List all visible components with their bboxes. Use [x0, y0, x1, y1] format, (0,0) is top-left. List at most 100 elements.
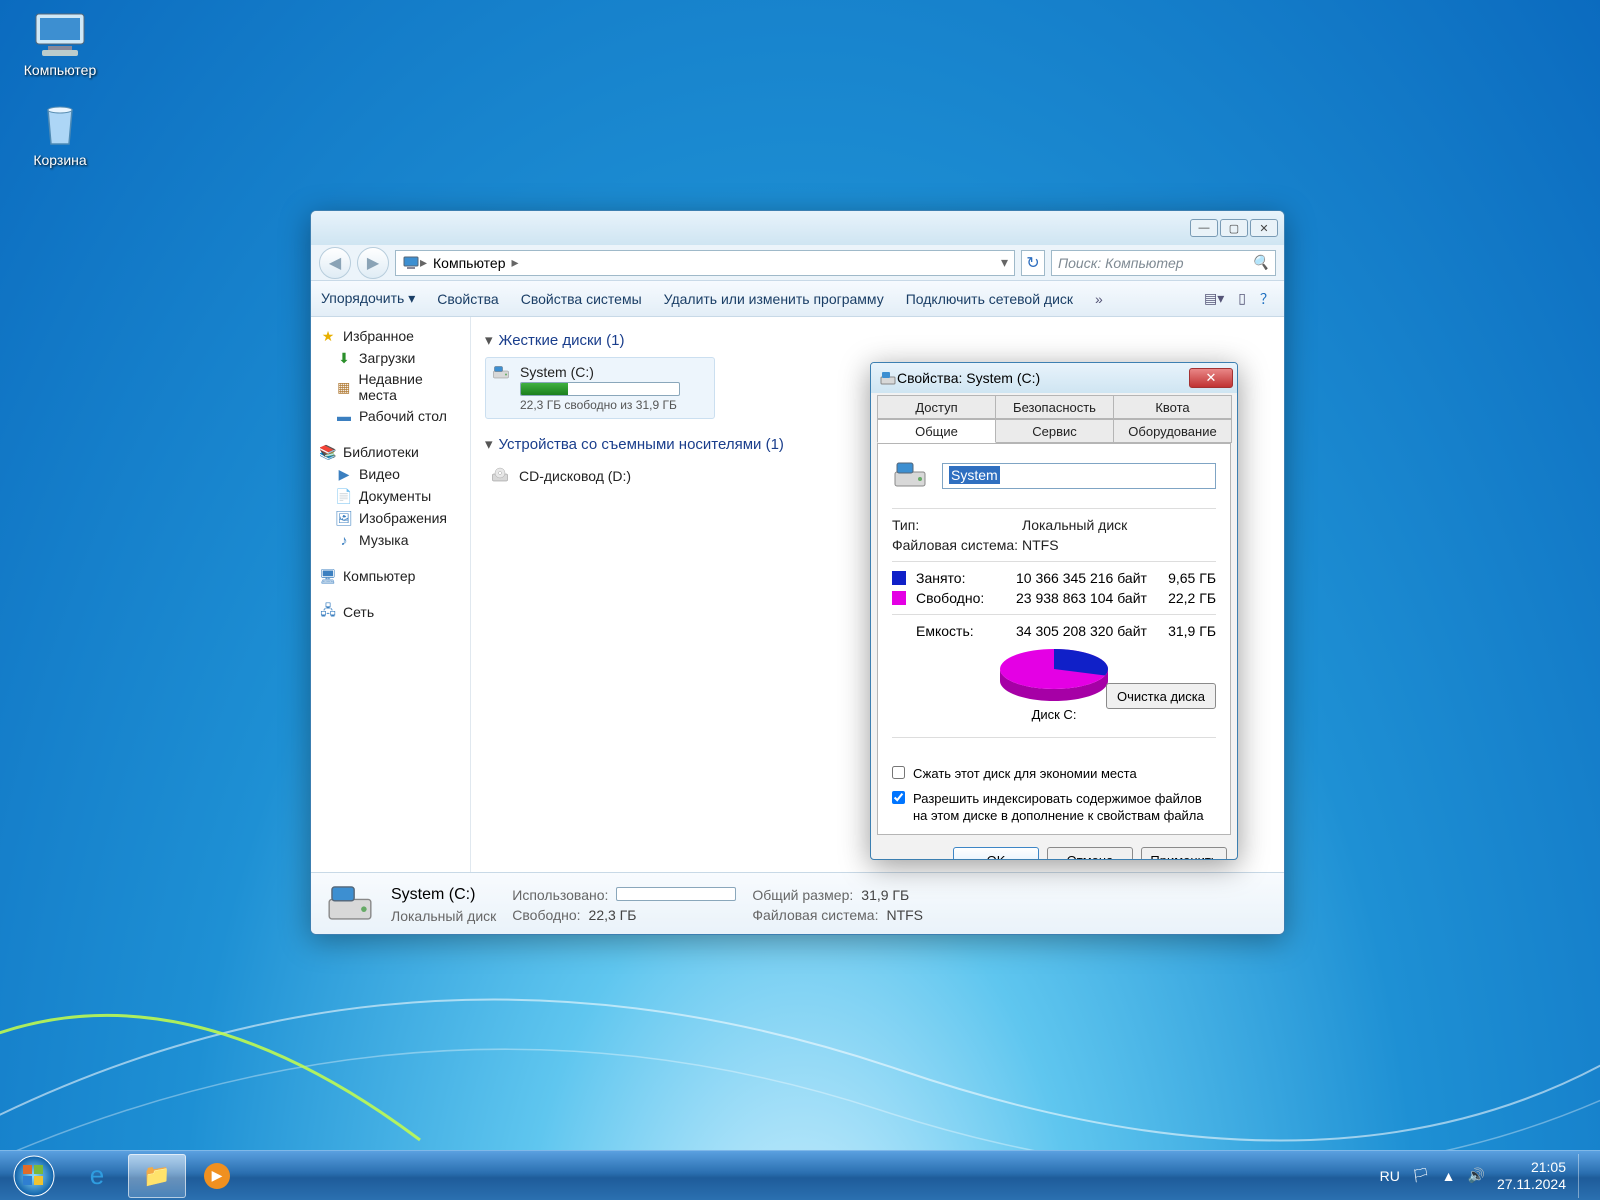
- desktop-icon-recycle[interactable]: Корзина: [10, 100, 110, 168]
- taskbar-explorer[interactable]: 📁: [128, 1154, 186, 1198]
- details-free-value: 22,3 ГБ: [589, 907, 637, 923]
- desktop-icon-computer[interactable]: Компьютер: [10, 10, 110, 78]
- desktop-label: Корзина: [10, 152, 110, 168]
- drive-name: System (C:): [520, 364, 708, 380]
- sidebar-favorites[interactable]: ★Избранное: [311, 325, 470, 347]
- preview-pane-icon[interactable]: ▯: [1238, 290, 1246, 307]
- sidebar-item-network[interactable]: 🖧Сеть: [311, 601, 470, 623]
- dropdown-icon[interactable]: ▾: [1001, 254, 1008, 271]
- optical-drive-icon: [491, 467, 509, 485]
- tab-quota[interactable]: Квота: [1113, 395, 1232, 419]
- desktop-icon: ▬: [335, 407, 353, 425]
- toolbar-organize[interactable]: Упорядочить ▾: [321, 290, 415, 307]
- ie-icon: e: [90, 1160, 104, 1191]
- type-value: Локальный диск: [1022, 517, 1127, 533]
- tray-lang[interactable]: RU: [1380, 1168, 1400, 1184]
- breadcrumb-crumb[interactable]: Компьютер: [427, 255, 511, 271]
- explorer-navrow: ◀ ▶ ▸ Компьютер ▸ ▾ ↻ Поиск: Компьютер 🔍: [311, 245, 1284, 281]
- dialog-tabs: Доступ Безопасность Квота Общие Сервис О…: [871, 393, 1237, 443]
- index-checkbox[interactable]: Разрешить индексировать содержимое файло…: [892, 791, 1216, 825]
- taskbar-ie[interactable]: e: [68, 1154, 126, 1198]
- minimize-button[interactable]: —: [1190, 219, 1218, 237]
- capacity-bytes: 34 305 208 320 байт: [1016, 623, 1156, 639]
- toolbar-map-drive[interactable]: Подключить сетевой диск: [906, 291, 1073, 307]
- tab-security[interactable]: Безопасность: [995, 395, 1114, 419]
- libraries-icon: 📚: [319, 443, 337, 461]
- properties-dialog: Свойства: System (C:) ✕ Доступ Безопасно…: [870, 362, 1238, 860]
- used-swatch: [892, 571, 906, 585]
- dialog-titlebar[interactable]: Свойства: System (C:) ✕: [871, 363, 1237, 393]
- taskbar-media-player[interactable]: ▶: [188, 1154, 246, 1198]
- sidebar-item-pictures[interactable]: 🖼Изображения: [311, 507, 470, 529]
- sidebar-libraries[interactable]: 📚Библиотеки: [311, 441, 470, 463]
- capacity-gb: 31,9 ГБ: [1156, 623, 1216, 639]
- used-gb: 9,65 ГБ: [1156, 570, 1216, 586]
- crumb-arrow-icon: ▸: [512, 254, 519, 271]
- sidebar-item-videos[interactable]: ▶Видео: [311, 463, 470, 485]
- address-bar[interactable]: ▸ Компьютер ▸ ▾: [395, 250, 1015, 276]
- details-free-label: Свободно:: [512, 907, 580, 923]
- sidebar-item-recent[interactable]: ▦Недавние места: [311, 369, 470, 405]
- tray-clock[interactable]: 21:05 27.11.2024: [1497, 1159, 1566, 1193]
- sidebar-item-documents[interactable]: 📄Документы: [311, 485, 470, 507]
- recycle-bin-icon: [30, 100, 90, 150]
- back-button[interactable]: ◀: [319, 247, 351, 279]
- dialog-title: Свойства: System (C:): [897, 370, 1040, 386]
- start-button[interactable]: [0, 1155, 68, 1197]
- compress-checkbox[interactable]: Сжать этот диск для экономии места: [892, 766, 1216, 783]
- search-input[interactable]: Поиск: Компьютер 🔍: [1051, 250, 1276, 276]
- pie-label: Диск C:: [892, 707, 1216, 722]
- toolbar-uninstall[interactable]: Удалить или изменить программу: [664, 291, 884, 307]
- volume-name-input[interactable]: System: [942, 463, 1216, 489]
- free-gb: 22,2 ГБ: [1156, 590, 1216, 606]
- explorer-titlebar[interactable]: — ▢ ✕: [311, 211, 1284, 245]
- toolbar-more-icon[interactable]: »: [1095, 291, 1103, 307]
- computer-icon: 🖥: [319, 567, 337, 585]
- drive-optical-d[interactable]: CD-дисковод (D:): [485, 461, 715, 491]
- tab-sharing[interactable]: Доступ: [877, 395, 996, 419]
- media-icon: ▶: [204, 1163, 230, 1189]
- apply-button[interactable]: Применить: [1141, 847, 1227, 860]
- disk-cleanup-button[interactable]: Очистка диска: [1106, 683, 1216, 709]
- show-desktop-button[interactable]: [1578, 1154, 1588, 1198]
- cancel-button[interactable]: Отмена: [1047, 847, 1133, 860]
- dialog-body: System Тип:Локальный диск Файловая систе…: [877, 443, 1231, 835]
- drive-icon: [892, 458, 928, 494]
- tab-hardware[interactable]: Оборудование: [1113, 419, 1232, 443]
- toolbar-properties[interactable]: Свойства: [437, 291, 498, 307]
- capacity-label: Емкость:: [916, 623, 1016, 639]
- drive-subtext: 22,3 ГБ свободно из 31,9 ГБ: [520, 398, 708, 412]
- forward-button[interactable]: ▶: [357, 247, 389, 279]
- desktop-label: Компьютер: [10, 62, 110, 78]
- folder-icon: 📁: [143, 1163, 170, 1189]
- sidebar-item-downloads[interactable]: ⬇Загрузки: [311, 347, 470, 369]
- tray-action-center-icon[interactable]: ▲: [1442, 1168, 1456, 1184]
- dialog-close-button[interactable]: ✕: [1189, 368, 1233, 388]
- close-button[interactable]: ✕: [1250, 219, 1278, 237]
- tab-general[interactable]: Общие: [877, 419, 996, 443]
- help-icon[interactable]: ？: [1260, 289, 1274, 309]
- refresh-button[interactable]: ↻: [1021, 250, 1045, 276]
- toolbar-system-properties[interactable]: Свойства системы: [521, 291, 642, 307]
- disk-usage-pie: [989, 645, 1119, 705]
- downloads-icon: ⬇: [335, 349, 353, 367]
- sidebar-item-music[interactable]: ♪Музыка: [311, 529, 470, 551]
- tray-sound-icon[interactable]: 🔊: [1468, 1167, 1485, 1184]
- drive-system-c[interactable]: System (C:) 22,3 ГБ свободно из 31,9 ГБ: [485, 357, 715, 419]
- maximize-button[interactable]: ▢: [1220, 219, 1248, 237]
- free-label: Свободно:: [916, 590, 1016, 606]
- sidebar-item-desktop[interactable]: ▬Рабочий стол: [311, 405, 470, 427]
- collapse-icon: ▾: [485, 435, 493, 453]
- details-used-label: Использовано:: [512, 887, 608, 903]
- view-options-icon[interactable]: ▤▾: [1204, 290, 1224, 307]
- tray-flag-icon[interactable]: 🏳: [1412, 1167, 1430, 1184]
- ok-button[interactable]: OK: [953, 847, 1039, 860]
- section-hdd[interactable]: ▾Жесткие диски (1): [485, 331, 1270, 349]
- used-label: Занято:: [916, 570, 1016, 586]
- sidebar-item-computer[interactable]: 🖥Компьютер: [311, 565, 470, 587]
- computer-icon: [30, 10, 90, 60]
- details-pane: System (C:) Локальный диск Использовано:…: [311, 872, 1284, 935]
- details-name: System (C:): [391, 886, 496, 904]
- tab-tools[interactable]: Сервис: [995, 419, 1114, 443]
- explorer-sidebar: ★Избранное ⬇Загрузки ▦Недавние места ▬Ра…: [311, 317, 471, 872]
